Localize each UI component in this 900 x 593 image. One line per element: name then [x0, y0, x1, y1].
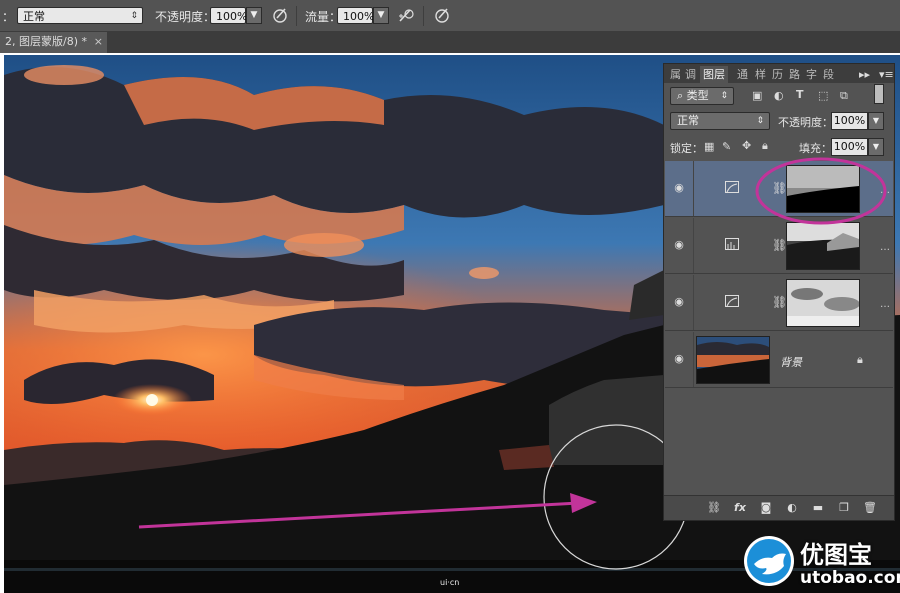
fx-icon[interactable]: fx [732, 501, 748, 515]
delete-layer-icon[interactable]: 🗑︎ [862, 501, 878, 515]
add-mask-icon[interactable]: ◙ [758, 501, 774, 515]
layer-blend-value: 正常 [677, 114, 699, 127]
lock-label: 锁定： [670, 142, 703, 155]
shape-filter-icon[interactable]: ⬚ [818, 89, 828, 103]
visibility-cell[interactable]: ◉ [665, 161, 694, 216]
fill-value: 100% [833, 140, 866, 153]
tab-adjustments[interactable]: 调 [685, 66, 696, 83]
updown-arrow-icon: ⇕ [756, 116, 764, 126]
lock-all-icon[interactable]: 🔒︎ [762, 139, 768, 153]
panel-expand-icon[interactable]: ▸▸ [859, 66, 870, 83]
layer-row-curves-2[interactable]: ◉ ⛓︎ … [665, 275, 893, 331]
updown-arrow-icon: ⇕ [130, 11, 138, 21]
layers-panel: 属 调 图层 通 样 历 路 字 段 ▸▸ ▾≡ ⌕ 类型 ⇕ ▣ ◐ T ⬚ … [663, 63, 895, 521]
tab-channels[interactable]: 通 [737, 66, 748, 83]
eye-icon[interactable]: ◉ [672, 181, 686, 195]
document-tab-bar: 2, 图层蒙版/8) * × [0, 31, 900, 53]
bird-logo-icon [744, 536, 794, 586]
tab-layers[interactable]: 图层 [700, 66, 728, 83]
layer-opacity-field[interactable]: 100% [831, 112, 868, 130]
panel-bottom-bar: ⛓︎ fx ◙ ◐ ▬ ❐ 🗑︎ [664, 495, 894, 520]
blend-mode-value: 正常 [23, 10, 45, 23]
small-watermark: ui·cn [440, 578, 460, 587]
visibility-cell[interactable]: ◉ [665, 218, 694, 273]
type-filter-icon[interactable]: T [796, 88, 804, 102]
updown-arrow-icon: ⇕ [720, 91, 728, 101]
tab-paragraph[interactable]: 段 [823, 66, 834, 83]
new-layer-icon[interactable]: ❐ [836, 501, 852, 515]
opacity-dropdown-button[interactable]: ▼ [246, 7, 262, 24]
layer-blend-mode-dropdown[interactable]: 正常 ⇕ [670, 112, 770, 130]
link-chain-icon[interactable]: ⛓︎ [772, 295, 787, 309]
flow-value: 100% [343, 10, 375, 23]
layer-opacity-value: 100% [833, 114, 866, 127]
tab-history[interactable]: 历 [772, 66, 783, 83]
tab-styles[interactable]: 样 [755, 66, 766, 83]
opacity-field[interactable]: 100% [210, 7, 248, 24]
document-title: 2, 图层蒙版/8) * [5, 35, 87, 48]
flow-dropdown-button[interactable]: ▼ [373, 7, 389, 24]
visibility-cell[interactable]: ◉ [665, 275, 694, 330]
blend-mode-dropdown[interactable]: 正常 ⇕ [17, 7, 143, 24]
opacity-label: 不透明度： [155, 10, 216, 24]
curves-adjustment-icon [725, 181, 739, 193]
pressure-size-icon[interactable] [432, 6, 452, 26]
layer-name[interactable]: 背景 [780, 354, 802, 370]
layer-opacity-dropdown-button[interactable]: ▼ [868, 112, 884, 130]
options-bar: ： 正常 ⇕ 不透明度： 100% ▼ 流量： 100% ▼ [0, 0, 900, 32]
layer-thumbnail[interactable] [696, 336, 770, 384]
eye-icon[interactable]: ◉ [672, 238, 686, 252]
document-tab[interactable]: 2, 图层蒙版/8) * × [0, 32, 107, 53]
layer-mask-thumbnail[interactable] [786, 222, 860, 270]
flow-label: 流量： [305, 10, 342, 24]
pixel-filter-icon[interactable]: ▣ [752, 89, 762, 103]
adjustment-filter-icon[interactable]: ◐ [774, 89, 784, 103]
eye-icon[interactable]: ◉ [672, 352, 686, 366]
filter-value: 类型 [686, 89, 709, 102]
separator [423, 6, 424, 26]
adjustment-layer-icon[interactable]: ◐ [784, 501, 800, 515]
curves-adjustment-icon [725, 295, 739, 307]
panel-menu-icon[interactable]: ▾≡ [879, 66, 894, 83]
search-icon: ⌕ [677, 89, 687, 102]
opacity-value: 100% [216, 10, 248, 23]
mode-label: ： [2, 10, 15, 24]
levels-adjustment-icon [725, 238, 739, 250]
new-group-icon[interactable]: ▬ [810, 501, 826, 515]
brand-url: utobao.com [800, 568, 900, 588]
more-icon: … [880, 242, 890, 253]
flow-field[interactable]: 100% [337, 7, 375, 24]
filter-toggle-switch[interactable] [874, 84, 884, 104]
more-icon: … [880, 299, 890, 310]
eye-icon[interactable]: ◉ [672, 295, 686, 309]
link-chain-icon[interactable]: ⛓︎ [772, 238, 787, 252]
separator [296, 6, 297, 26]
tab-paths[interactable]: 路 [789, 66, 800, 83]
lock-icon: 🔒︎ [857, 353, 863, 366]
airbrush-icon[interactable] [396, 6, 416, 26]
mask-highlight-ellipse [755, 157, 887, 225]
pressure-opacity-icon[interactable] [270, 6, 290, 26]
lock-transparent-icon[interactable]: ▦ [704, 140, 714, 154]
tab-character[interactable]: 字 [806, 66, 817, 83]
layer-opacity-label: 不透明度： [778, 116, 833, 129]
visibility-cell[interactable]: ◉ [665, 332, 694, 387]
layer-mask-thumbnail[interactable] [786, 279, 860, 327]
utobao-watermark: 优图宝 utobao.com [742, 532, 900, 593]
lock-position-icon[interactable]: ✥ [742, 139, 751, 153]
panel-tab-bar: 属 调 图层 通 样 历 路 字 段 ▸▸ ▾≡ [664, 64, 894, 83]
layer-row-background[interactable]: ◉ 背景 🔒︎ [665, 332, 893, 388]
brand-chinese: 优图宝 [800, 541, 872, 569]
layer-filter-dropdown[interactable]: ⌕ 类型 ⇕ [670, 87, 734, 105]
tab-properties[interactable]: 属 [670, 66, 681, 83]
close-icon[interactable]: × [94, 32, 103, 52]
link-layers-icon[interactable]: ⛓︎ [706, 501, 722, 515]
lock-image-icon[interactable]: ✎ [722, 140, 731, 154]
smart-object-filter-icon[interactable]: ⧉ [840, 89, 848, 103]
